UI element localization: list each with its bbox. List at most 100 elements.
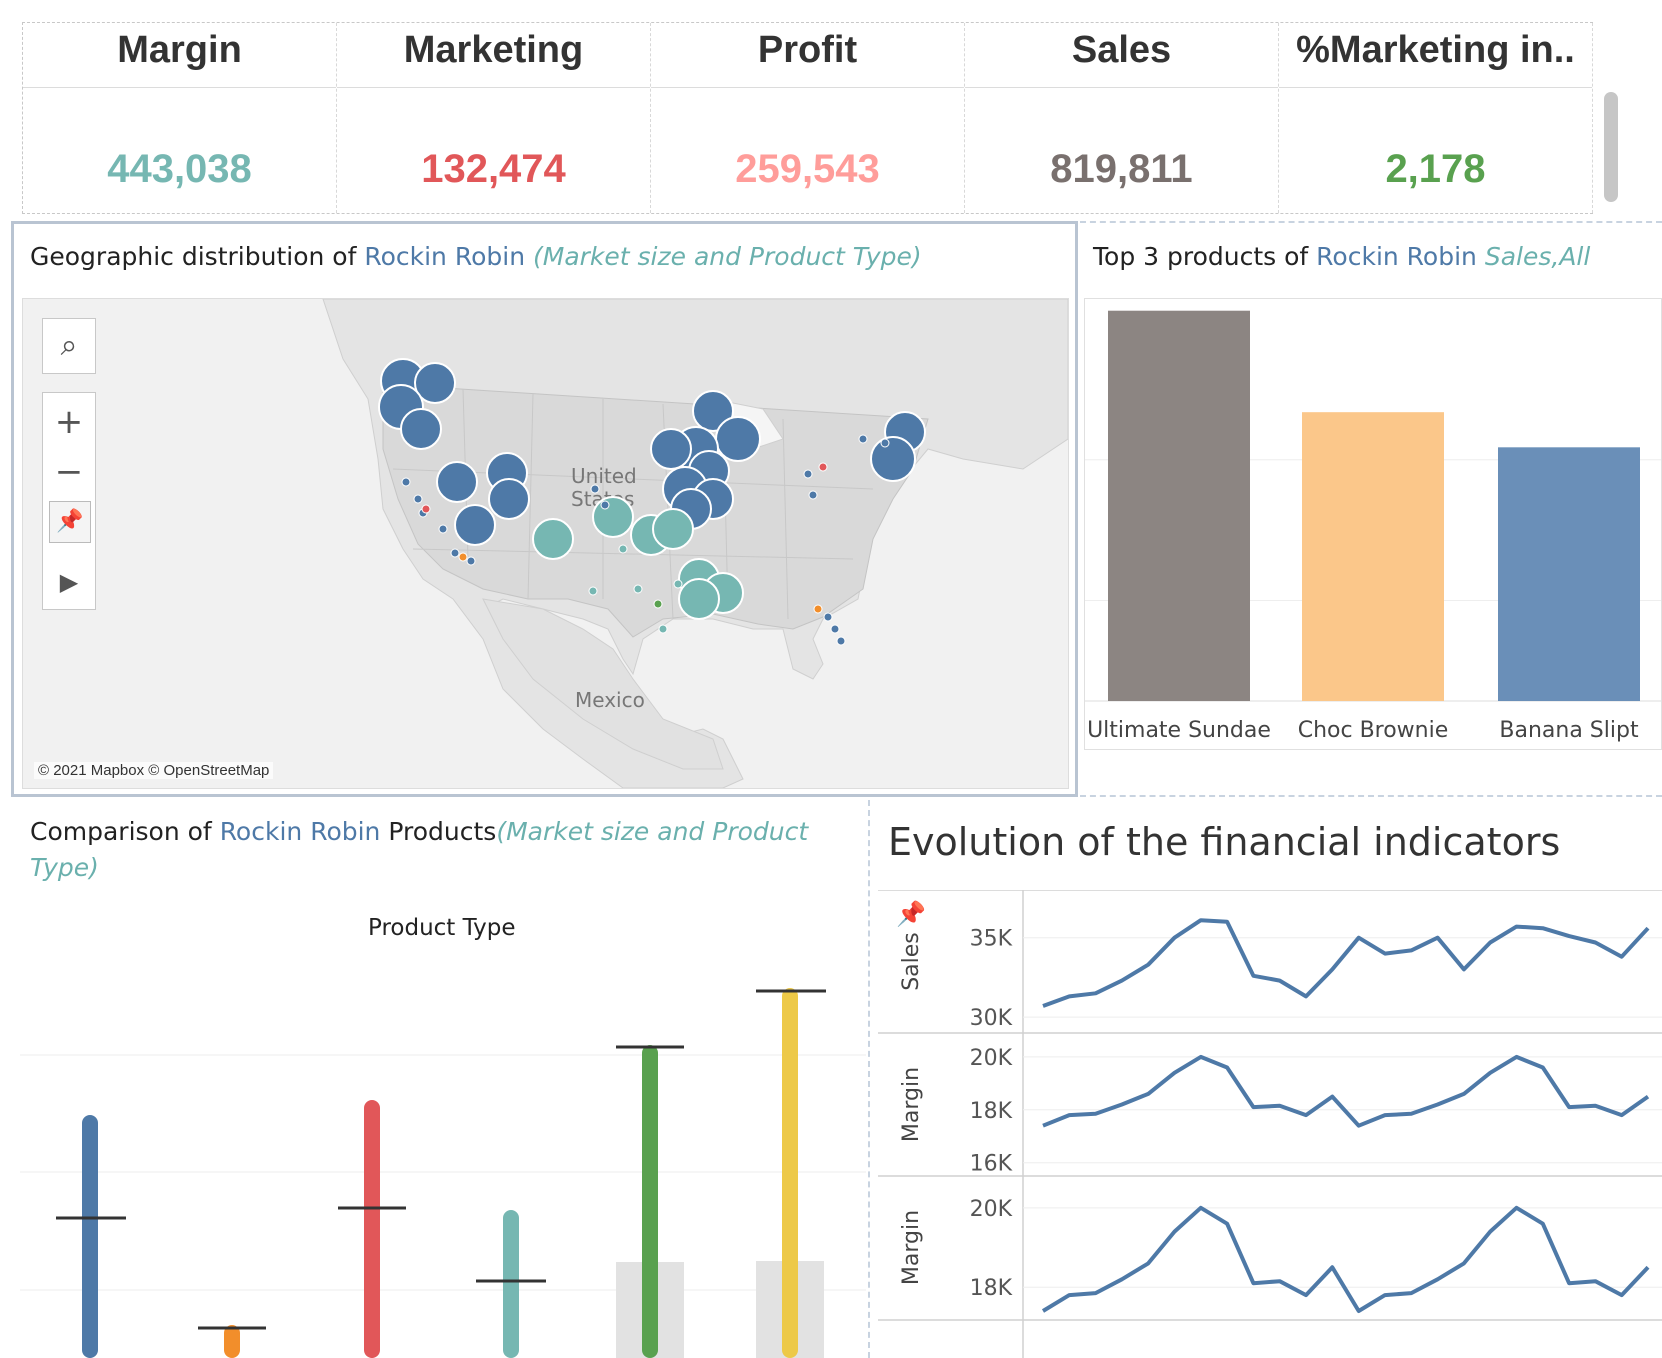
- strip-orange: [198, 1325, 266, 1358]
- y-tick-label: 20K: [970, 1197, 1013, 1222]
- y-axis-label: Sales: [899, 932, 924, 991]
- kpi-value: 819,811: [1050, 147, 1193, 191]
- y-tick-label: 18K: [970, 1276, 1013, 1301]
- zoom-out-icon[interactable]: −: [43, 447, 95, 497]
- comparison-title-line2: Type): [30, 853, 99, 882]
- top3-chart[interactable]: Ultimate Sundae Choc Brownie Banana Slipt: [1084, 298, 1662, 750]
- product-type-header: Product Type: [368, 915, 516, 941]
- map-marker: [438, 524, 448, 534]
- series-line-sales[interactable]: [1042, 918, 1650, 1008]
- map-marker: [421, 504, 431, 514]
- kpi-value: 132,474: [421, 147, 566, 191]
- map-marker: [618, 544, 628, 554]
- kpi-value: 259,543: [735, 147, 880, 191]
- kpi-marketing[interactable]: Marketing 132,474: [337, 23, 651, 213]
- kpi-label: %Marketing in..: [1279, 23, 1592, 88]
- map-title: Geographic distribution of Rockin Robin …: [30, 242, 922, 271]
- map-marker: [532, 518, 574, 560]
- strip-red: [338, 1100, 406, 1358]
- kpi-label: Margin: [23, 23, 336, 88]
- map-marker: [450, 548, 460, 558]
- map-marker: [633, 584, 643, 594]
- series-line-margin[interactable]: [1042, 1054, 1650, 1128]
- kpi-profit[interactable]: Profit 259,543: [651, 23, 965, 213]
- y-tick-label: 18K: [970, 1099, 1013, 1124]
- map-marker: [488, 478, 530, 520]
- map-marker: [813, 604, 823, 614]
- map-marker: [658, 624, 668, 634]
- map-marker: [818, 462, 828, 472]
- y-tick-label: 35K: [970, 927, 1013, 952]
- kpi-label: Sales: [965, 23, 1278, 88]
- map-marker: [830, 624, 840, 634]
- evolution-pane: Evolution of the financial indicators 📌 …: [868, 800, 1662, 1358]
- series-line-margin[interactable]: [1041, 1205, 1650, 1313]
- map-marker: [413, 494, 423, 504]
- play-icon[interactable]: ▶: [43, 557, 95, 607]
- pin-clear-icon[interactable]: 📌: [49, 501, 91, 543]
- label-mexico: Mexico: [575, 688, 645, 712]
- map-search-tool[interactable]: ⌕: [42, 318, 96, 374]
- comparison-title: Comparison of Rockin Robin Products(Mark…: [30, 817, 809, 846]
- bar-banana-slipt[interactable]: [1498, 447, 1640, 701]
- kpi-marketing-pct[interactable]: %Marketing in.. 2,178: [1279, 23, 1593, 213]
- bar-category-label: Ultimate Sundae: [1087, 718, 1271, 743]
- bar-category-label: Choc Brownie: [1298, 718, 1449, 743]
- kpi-scrollbar[interactable]: [1604, 92, 1618, 202]
- map-view[interactable]: United States Mexico: [22, 298, 1069, 789]
- map-marker: [401, 477, 411, 487]
- bar-category-label: Banana Slipt: [1499, 718, 1639, 743]
- map-marker: [466, 556, 476, 566]
- kpi-margin[interactable]: Margin 443,038: [23, 23, 337, 213]
- top3-bar-chart[interactable]: Ultimate Sundae Choc Brownie Banana Slipt: [1085, 299, 1661, 749]
- map-marker: [858, 434, 868, 444]
- map-marker: [458, 552, 468, 562]
- y-axis-label: Margin: [899, 1210, 924, 1285]
- comparison-pane: Comparison of Rockin Robin Products(Mark…: [0, 805, 866, 1358]
- map-credit: © 2021 Mapbox © OpenStreetMap: [34, 762, 274, 779]
- map-marker: [650, 428, 692, 470]
- pin-icon: 📌: [896, 899, 926, 928]
- top3-title: Top 3 products of Rockin Robin Sales,All: [1093, 242, 1591, 271]
- y-tick-label: 20K: [970, 1046, 1013, 1071]
- kpi-label: Marketing: [337, 23, 650, 88]
- kpi-sales[interactable]: Sales 819,811: [965, 23, 1279, 213]
- evolution-line-chart[interactable]: 📌 35K 30K Sales 20K 18K 16K Margin 20K 18K Margin: [878, 890, 1662, 1358]
- map-marker: [400, 408, 442, 450]
- zoom-in-icon[interactable]: +: [43, 397, 95, 447]
- map-marker: [673, 579, 683, 589]
- map-marker: [590, 484, 600, 494]
- kpi-value: 2,178: [1385, 147, 1486, 191]
- map-marker: [836, 636, 846, 646]
- map-marker: [652, 508, 694, 550]
- kpi-value: 443,038: [107, 147, 252, 191]
- map-marker: [436, 461, 478, 503]
- map-marker: [870, 436, 916, 482]
- strip-blue: [56, 1115, 126, 1358]
- y-tick-label: 16K: [970, 1152, 1013, 1177]
- map-marker: [715, 416, 761, 462]
- y-tick-label: 30K: [970, 1006, 1013, 1031]
- evolution-title: Evolution of the financial indicators: [888, 820, 1561, 864]
- search-icon[interactable]: ⌕: [43, 321, 95, 371]
- map-marker: [803, 469, 813, 479]
- strip-teal: [476, 1210, 546, 1358]
- y-axis-label: Margin: [899, 1067, 924, 1142]
- map-marker: [808, 490, 818, 500]
- comparison-strip-chart[interactable]: [20, 950, 866, 1358]
- map-marker: [678, 578, 720, 620]
- map-marker: [653, 599, 663, 609]
- kpi-table: Margin 443,038 Marketing 132,474 Profit …: [22, 22, 1593, 214]
- map-zoom-toolbar: + − 📌 ▶: [42, 392, 96, 610]
- map-marker: [880, 438, 890, 448]
- map-marker: [823, 612, 833, 622]
- label-united: United: [571, 464, 637, 488]
- map-marker: [592, 496, 634, 538]
- map-canvas[interactable]: United States Mexico: [23, 299, 1068, 788]
- map-marker: [588, 586, 598, 596]
- bar-ultimate-sundae[interactable]: [1108, 310, 1250, 701]
- comparison-gridlines: [20, 1054, 866, 1291]
- bar-choc-brownie[interactable]: [1302, 412, 1444, 701]
- map-marker: [454, 504, 496, 546]
- kpi-label: Profit: [651, 23, 964, 88]
